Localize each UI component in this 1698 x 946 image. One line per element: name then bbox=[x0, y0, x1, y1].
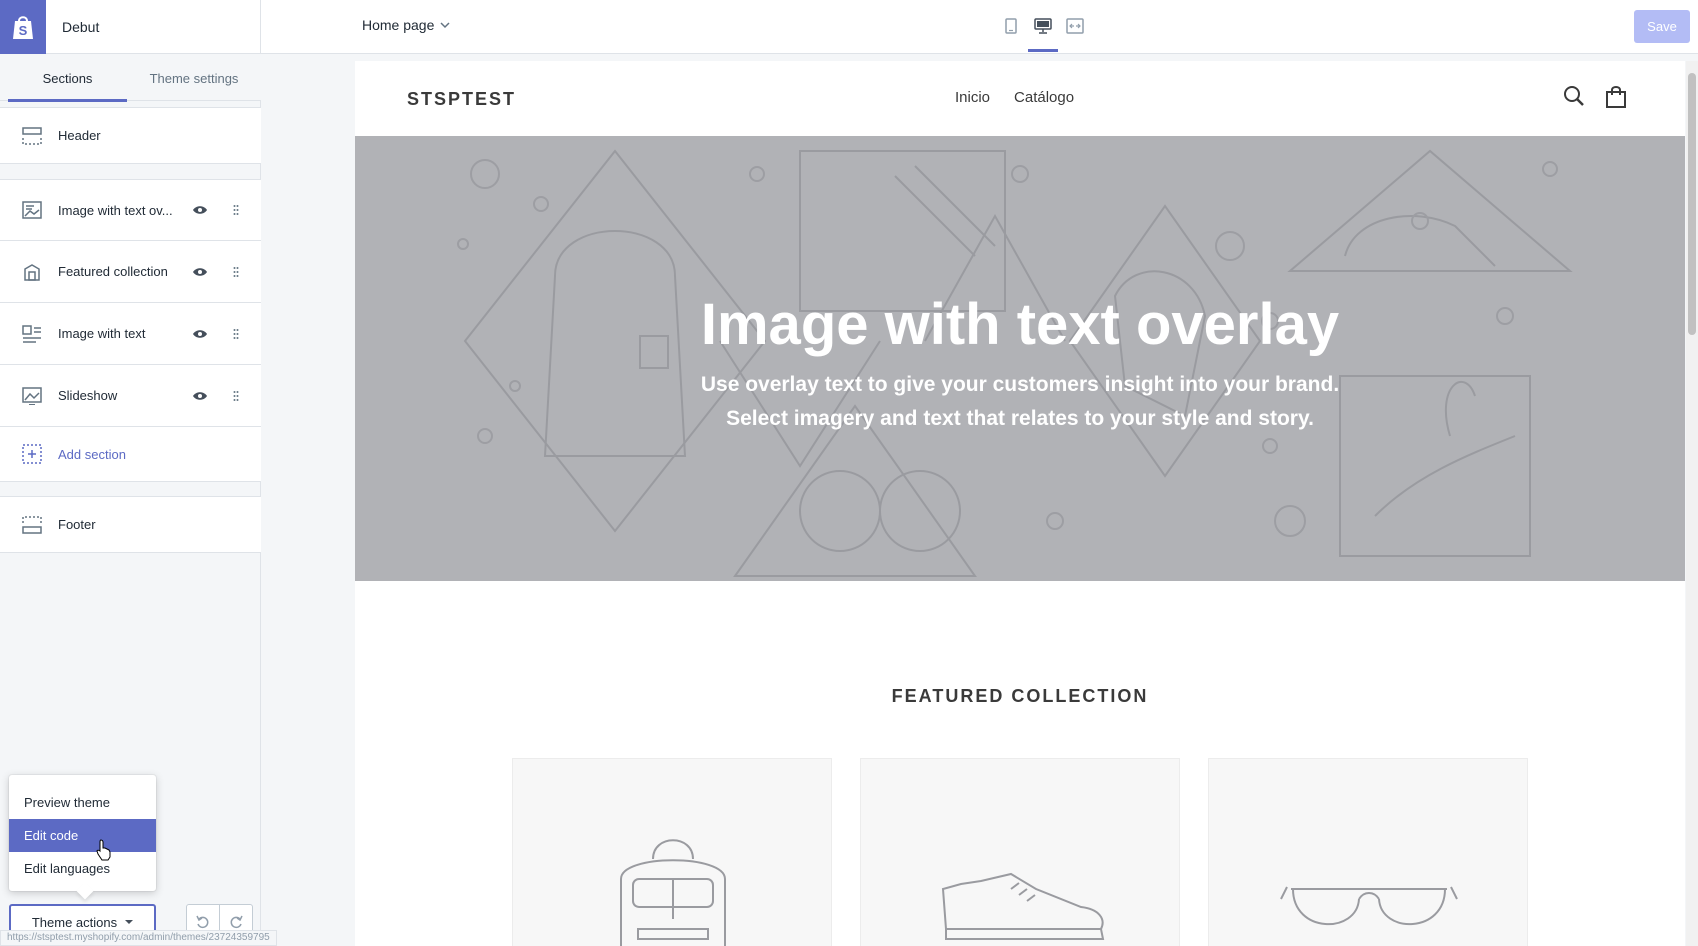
footer-icon bbox=[21, 514, 43, 536]
caret-down-icon bbox=[125, 920, 134, 924]
hero-title: Image with text overlay bbox=[700, 292, 1340, 357]
store-name[interactable]: STSPTEST bbox=[407, 89, 516, 110]
section-label: Footer bbox=[58, 517, 96, 532]
section-image-overlay[interactable]: Image with text ov... bbox=[0, 179, 261, 241]
section-image-with-text[interactable]: Image with text bbox=[0, 303, 261, 365]
hero-image-overlay[interactable]: Image with text overlay Use overlay text… bbox=[355, 136, 1685, 581]
store-header: STSPTEST Inicio Catálogo bbox=[355, 61, 1685, 136]
store-header-icons bbox=[1563, 85, 1627, 109]
section-footer[interactable]: Footer bbox=[0, 496, 261, 553]
drag-handle-icon[interactable] bbox=[230, 386, 242, 406]
shopify-bag-icon: S bbox=[13, 16, 33, 39]
hero-illustration bbox=[457, 149, 1573, 577]
collection-icon bbox=[21, 261, 43, 283]
add-section-icon bbox=[21, 443, 43, 465]
featured-collection-title: FEATURED COLLECTION bbox=[891, 686, 1149, 706]
eye-icon[interactable] bbox=[190, 200, 210, 220]
menu-item-edit-code[interactable]: Edit code bbox=[9, 819, 156, 852]
preview-scrollbar[interactable] bbox=[1686, 61, 1698, 946]
add-section-label: Add section bbox=[58, 446, 126, 462]
eye-icon[interactable] bbox=[190, 262, 210, 282]
device-fullscreen-button[interactable] bbox=[1064, 14, 1086, 38]
image-overlay-icon bbox=[21, 199, 43, 221]
backpack-icon bbox=[620, 839, 726, 946]
drag-handle-icon[interactable] bbox=[230, 200, 242, 220]
hero-subtitle: Use overlay text to give your customers … bbox=[655, 368, 1385, 436]
nav-link-inicio[interactable]: Inicio bbox=[955, 89, 990, 106]
tab-sections[interactable]: Sections bbox=[8, 55, 127, 102]
status-bar-url: https://stsptest.myshopify.com/admin/the… bbox=[0, 930, 277, 946]
menu-item-preview-theme[interactable]: Preview theme bbox=[9, 786, 156, 819]
shopify-logo[interactable]: S bbox=[0, 0, 46, 54]
add-section-button[interactable]: Add section bbox=[0, 427, 261, 482]
product-card[interactable] bbox=[512, 758, 832, 946]
tab-theme-settings[interactable]: Theme settings bbox=[134, 55, 254, 101]
fullscreen-icon bbox=[1066, 18, 1084, 34]
shoe-icon bbox=[941, 872, 1105, 940]
device-switcher bbox=[1000, 14, 1086, 52]
hand-cursor-icon bbox=[96, 839, 111, 861]
section-label: Header bbox=[58, 128, 101, 143]
hero-subtitle-line: Use overlay text to give your customers … bbox=[700, 373, 1340, 396]
top-bar: S Debut Home page Save bbox=[0, 0, 1698, 54]
desktop-icon bbox=[1034, 18, 1052, 34]
section-header[interactable]: Header bbox=[0, 107, 261, 164]
svg-text:S: S bbox=[19, 23, 28, 38]
mobile-icon bbox=[1005, 18, 1017, 34]
slideshow-icon bbox=[21, 385, 43, 407]
theme-actions-label: Theme actions bbox=[31, 914, 118, 930]
device-desktop-button[interactable] bbox=[1028, 14, 1058, 52]
search-icon[interactable] bbox=[1563, 85, 1585, 107]
cart-icon[interactable] bbox=[1605, 85, 1627, 109]
page-selector-label: Home page bbox=[362, 17, 435, 33]
section-label: Featured collection bbox=[58, 264, 168, 279]
save-button[interactable]: Save bbox=[1634, 10, 1690, 43]
drag-handle-icon[interactable] bbox=[230, 324, 242, 344]
section-label: Image with text ov... bbox=[58, 202, 173, 218]
theme-actions-menu: Preview theme Edit code Edit languages bbox=[9, 775, 156, 891]
undo-icon bbox=[196, 915, 209, 929]
chevron-down-icon bbox=[440, 22, 450, 29]
store-nav: Inicio Catálogo bbox=[955, 89, 1074, 106]
eye-icon[interactable] bbox=[190, 324, 210, 344]
glasses-icon bbox=[1280, 886, 1458, 926]
theme-preview: STSPTEST Inicio Catálogo Image with text… bbox=[355, 61, 1685, 946]
section-label: Slideshow bbox=[58, 388, 118, 403]
redo-icon bbox=[230, 915, 243, 929]
section-label: Image with text bbox=[58, 326, 146, 341]
section-featured-collection[interactable]: Featured collection bbox=[0, 241, 261, 303]
eye-icon[interactable] bbox=[190, 386, 210, 406]
hero-subtitle-line: Select imagery and text that relates to … bbox=[726, 407, 1314, 430]
topbar-divider bbox=[260, 0, 261, 54]
scrollbar-thumb[interactable] bbox=[1688, 73, 1696, 335]
theme-name: Debut bbox=[62, 19, 100, 35]
nav-link-catalogo[interactable]: Catálogo bbox=[1014, 89, 1074, 106]
section-slideshow[interactable]: Slideshow bbox=[0, 365, 261, 427]
device-mobile-button[interactable] bbox=[1000, 14, 1022, 38]
page-selector[interactable]: Home page bbox=[362, 17, 450, 33]
image-text-icon bbox=[21, 323, 43, 345]
sidebar-tabs: Sections Theme settings bbox=[0, 55, 261, 102]
product-card[interactable] bbox=[860, 758, 1180, 946]
menu-item-edit-languages[interactable]: Edit languages bbox=[9, 852, 156, 885]
product-card[interactable] bbox=[1208, 758, 1528, 946]
header-icon bbox=[21, 125, 43, 147]
drag-handle-icon[interactable] bbox=[230, 262, 242, 282]
